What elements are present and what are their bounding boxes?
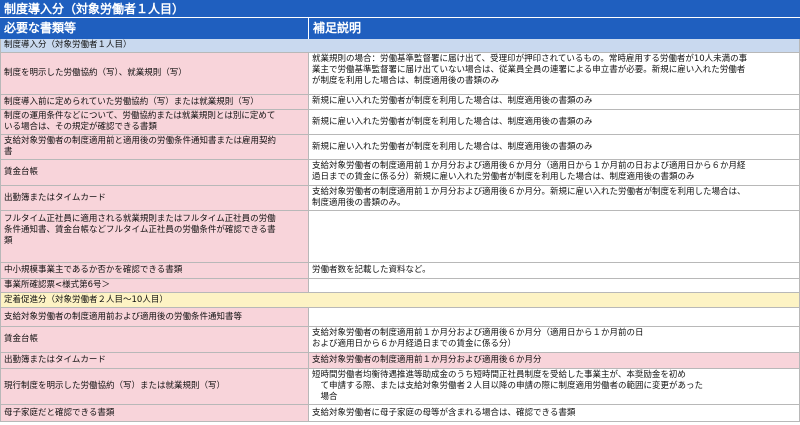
note-cell: 労働者数を記載した資料など。 [309,263,800,279]
section-header-retention: 定着促進分（対象労働者２人目〜10人目） [0,293,800,308]
doc-cell: 制度の運用条件などについて、労働協約または就業規則とは別に定めて いる場合は、そ… [0,110,309,135]
note-cell: 新規に雇い入れた労働者が制度を利用した場合は、制度適用後の書類のみ [309,135,800,160]
table-row: 制度導入前に定められていた労働協約（写）または就業規則（写） 新規に雇い入れた労… [0,95,800,110]
note-cell: 支給対象労働者の制度適用前１か月分および適用後６か月分 [309,353,800,369]
table-row: 中小規模事業主であるか否かを確認できる書類 労働者数を記載した資料など。 [0,263,800,279]
table-row: 支給対象労働者の制度適用前と適用後の労働条件通知書または雇用契約 書 新規に雇い… [0,135,800,160]
note-cell: 支給対象労働者の制度適用前１か月分および適用後６か月分。新規に雇い入れた労働者が… [309,186,800,211]
doc-cell: 賃金台帳 [0,160,309,186]
note-cell: 支給対象労働者の制度適用前１か月分および適用後６か月分（適用日から１か月前の日 … [309,327,800,353]
table-row: 出勤簿またはタイムカード 支給対象労働者の制度適用前１か月分および適用後６か月分 [0,353,800,369]
table-row: 賃金台帳 支給対象労働者の制度適用前１か月分および適用後６か月分（適用日から１か… [0,327,800,353]
doc-cell: 制度を明示した労働協約（写）、就業規則（写） [0,53,309,95]
doc-cell: 現行制度を明示した労働協約（写）または就業規則（写） [0,369,309,405]
doc-cell: 支給対象労働者の制度適用前および適用後の労働条件通知書等 [0,308,309,327]
doc-cell: 中小規模事業主であるか否かを確認できる書類 [0,263,309,279]
note-cell: 支給対象労働者の制度適用前１か月分および適用後６か月分（適用日から１か月前の日お… [309,160,800,186]
table-title: 制度導入分（対象労働者１人目） [0,0,800,18]
table-row: 賃金台帳 支給対象労働者の制度適用前１か月分および適用後６か月分（適用日から１か… [0,160,800,186]
doc-cell: 制度導入前に定められていた労働協約（写）または就業規則（写） [0,95,309,110]
doc-cell: 支給対象労働者の制度適用前と適用後の労働条件通知書または雇用契約 書 [0,135,309,160]
table-header-row: 必要な書類等 補足説明 [0,18,800,39]
note-cell: 支給対象労働者に母子家庭の母等が含まれる場合は、確認できる書類 [309,405,800,422]
doc-cell: 母子家庭だと確認できる書類 [0,405,309,422]
note-cell: 就業規則の場合：労働基準監督署に届け出て、受理印が押印されているもの。常時雇用す… [309,53,800,95]
header-notes: 補足説明 [309,18,800,39]
table-row: 現行制度を明示した労働協約（写）または就業規則（写） 短時間労働者均衡待遇推進等… [0,369,800,405]
note-cell [309,308,800,327]
table-row: 事業所確認票<様式第6号＞ [0,279,800,293]
note-cell [309,279,800,293]
note-cell: 新規に雇い入れた労働者が制度を利用した場合は、制度適用後の書類のみ [309,95,800,110]
note-cell: 新規に雇い入れた労働者が制度を利用した場合は、制度適用後の書類のみ [309,110,800,135]
table-row: フルタイム正社員に適用される就業規則またはフルタイム正社員の労働 条件通知書、賃… [0,211,800,263]
table-row: 制度の運用条件などについて、労働協約または就業規則とは別に定めて いる場合は、そ… [0,110,800,135]
doc-cell: 事業所確認票<様式第6号＞ [0,279,309,293]
note-cell [309,211,800,263]
doc-cell: 賃金台帳 [0,327,309,353]
table-row: 母子家庭だと確認できる書類 支給対象労働者に母子家庭の母等が含まれる場合は、確認… [0,405,800,422]
header-required-docs: 必要な書類等 [0,18,309,39]
doc-cell: 出勤簿またはタイムカード [0,186,309,211]
section-header-introduction: 制度導入分（対象労働者１人目） [0,39,800,53]
table-row: 制度を明示した労働協約（写）、就業規則（写） 就業規則の場合：労働基準監督署に届… [0,53,800,95]
note-cell: 短時間労働者均衡待遇推進等助成金のうち短時間正社員制度を受給した事業主が、本奨励… [309,369,800,405]
table-row: 支給対象労働者の制度適用前および適用後の労働条件通知書等 [0,308,800,327]
doc-cell: フルタイム正社員に適用される就業規則またはフルタイム正社員の労働 条件通知書、賃… [0,211,309,263]
table-row: 出勤簿またはタイムカード 支給対象労働者の制度適用前１か月分および適用後６か月分… [0,186,800,211]
document-table: 制度導入分（対象労働者１人目） 必要な書類等 補足説明 制度導入分（対象労働者１… [0,0,800,425]
doc-cell: 出勤簿またはタイムカード [0,353,309,369]
